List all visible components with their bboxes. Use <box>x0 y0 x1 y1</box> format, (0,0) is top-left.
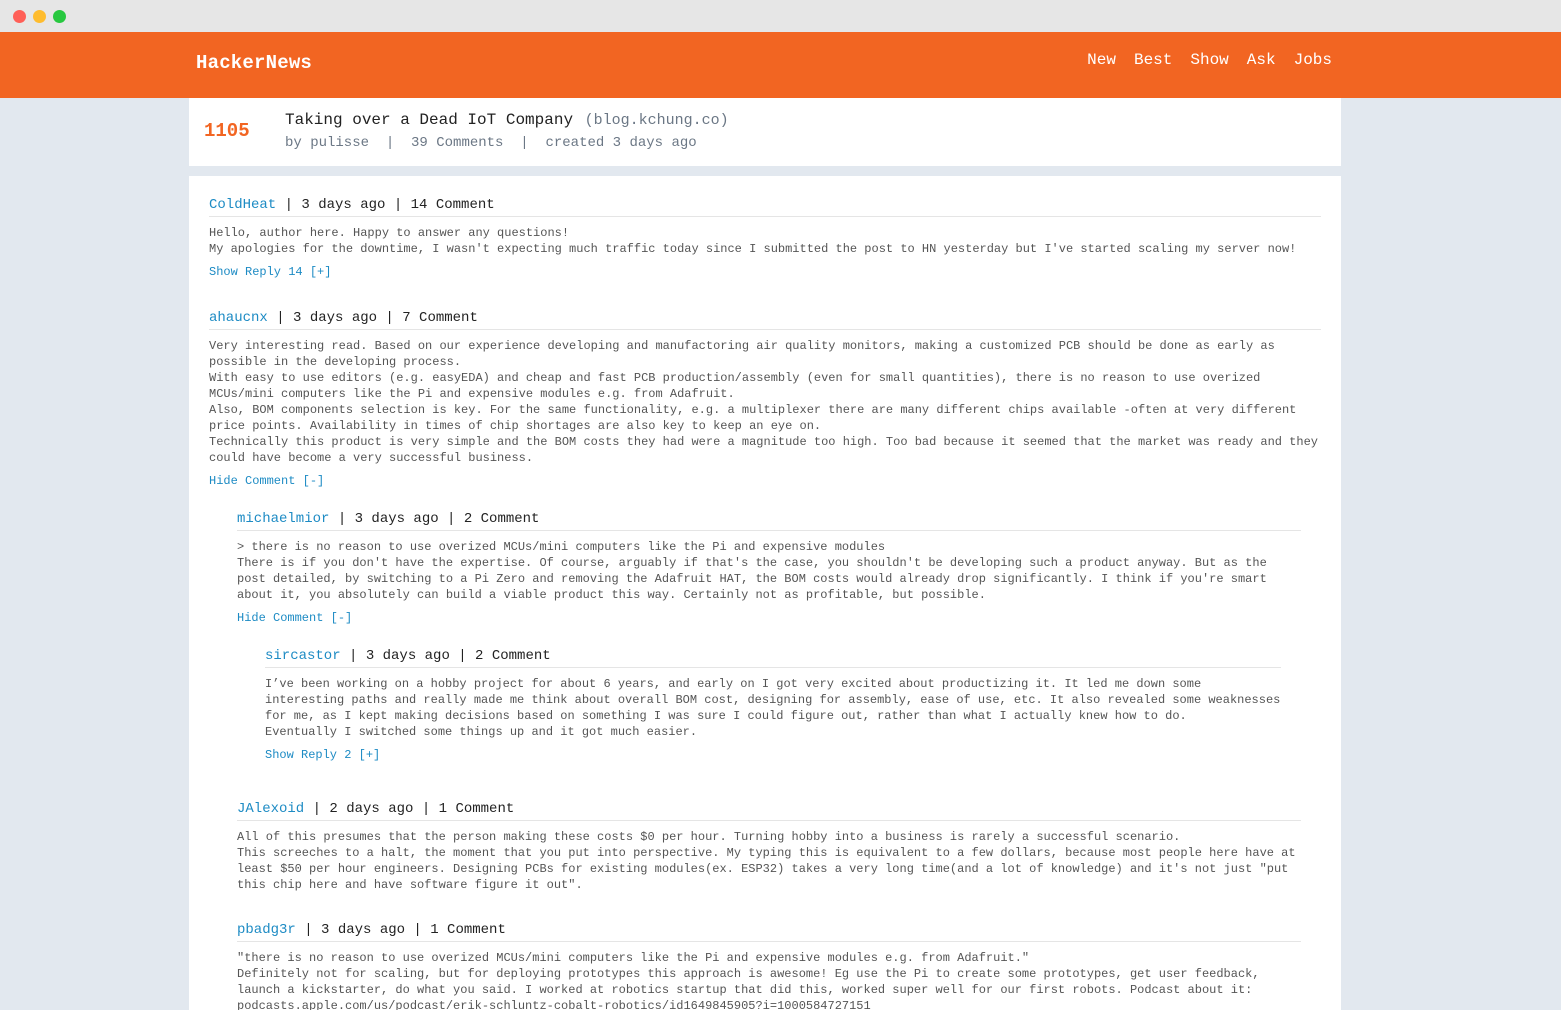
comment-body: Very interesting read. Based on our expe… <box>209 339 1318 465</box>
comment-body: Hello, author here. Happy to answer any … <box>209 226 1297 256</box>
comment-header: michaelmior | 3 days ago | 2 Comment <box>237 511 1301 531</box>
nav-show[interactable]: Show <box>1190 51 1228 69</box>
window-titlebar <box>0 0 1561 32</box>
comment: JAlexoid | 2 days ago | 1 Comment All of… <box>237 801 1301 893</box>
comment-user[interactable]: ColdHeat <box>209 197 276 213</box>
meta-separator: | <box>503 135 546 151</box>
comment-body: > there is no reason to use overized MCU… <box>237 540 1267 602</box>
hide-comment-toggle[interactable]: Hide Comment [-] <box>237 611 352 625</box>
comment-body: "there is no reason to use overized MCUs… <box>237 951 1260 1010</box>
story-meta: by pulisse | 39 Comments | created 3 day… <box>285 135 697 151</box>
story-title[interactable]: Taking over a Dead IoT Company <box>285 111 573 129</box>
comment: ColdHeat | 3 days ago | 14 Comment Hello… <box>209 197 1321 280</box>
comment-meta: | 3 days ago | 7 Comment <box>267 310 478 326</box>
comment-header: ahaucnx | 3 days ago | 7 Comment <box>209 310 1321 330</box>
story-comments-link[interactable]: 39 Comments <box>411 135 503 151</box>
comment-meta: | 3 days ago | 14 Comment <box>276 197 495 213</box>
comment-body: All of this presumes that the person mak… <box>237 830 1296 892</box>
story-score: 1105 <box>204 120 250 142</box>
comment-user[interactable]: pbadg3r <box>237 922 296 938</box>
close-window-button[interactable] <box>13 10 26 23</box>
story-title-row: Taking over a Dead IoT Company (blog.kch… <box>285 111 729 129</box>
nav-jobs[interactable]: Jobs <box>1294 51 1332 69</box>
main-nav: New Best Show Ask Jobs <box>1087 51 1332 69</box>
story-created: created 3 days ago <box>545 135 697 151</box>
comment-header: sircastor | 3 days ago | 2 Comment <box>265 648 1281 668</box>
comment: ahaucnx | 3 days ago | 7 Comment Very in… <box>209 310 1321 489</box>
comment-meta: | 3 days ago | 2 Comment <box>340 648 551 664</box>
meta-separator: | <box>369 135 412 151</box>
comment-user[interactable]: sircastor <box>265 648 341 664</box>
story-author[interactable]: by pulisse <box>285 135 369 151</box>
story-card: 1105 Taking over a Dead IoT Company (blo… <box>189 98 1341 166</box>
comment: michaelmior | 3 days ago | 2 Comment > t… <box>237 511 1301 626</box>
hide-comment-toggle[interactable]: Hide Comment [-] <box>209 474 324 488</box>
minimize-window-button[interactable] <box>33 10 46 23</box>
comment-user[interactable]: michaelmior <box>237 511 329 527</box>
nav-ask[interactable]: Ask <box>1247 51 1276 69</box>
comment-meta: | 3 days ago | 1 Comment <box>295 922 506 938</box>
nav-new[interactable]: New <box>1087 51 1116 69</box>
maximize-window-button[interactable] <box>53 10 66 23</box>
site-logo[interactable]: HackerNews <box>196 52 312 74</box>
site-header: HackerNews New Best Show Ask Jobs <box>0 32 1561 98</box>
story-domain[interactable]: (blog.kchung.co) <box>585 112 729 129</box>
comment-header: JAlexoid | 2 days ago | 1 Comment <box>237 801 1301 821</box>
comment-body: I’ve been working on a hobby project for… <box>265 677 1281 739</box>
comments-panel: ColdHeat | 3 days ago | 14 Comment Hello… <box>189 176 1341 1010</box>
nav-best[interactable]: Best <box>1134 51 1172 69</box>
comment-user[interactable]: ahaucnx <box>209 310 268 326</box>
comment-meta: | 2 days ago | 1 Comment <box>304 801 515 817</box>
comment-header: pbadg3r | 3 days ago | 1 Comment <box>237 922 1301 942</box>
comment-meta: | 3 days ago | 2 Comment <box>329 511 540 527</box>
comment: sircastor | 3 days ago | 2 Comment I’ve … <box>265 648 1281 763</box>
comment: pbadg3r | 3 days ago | 1 Comment "there … <box>237 922 1301 1010</box>
comment-user[interactable]: JAlexoid <box>237 801 304 817</box>
show-reply-toggle[interactable]: Show Reply 14 [+] <box>209 265 331 279</box>
comment-header: ColdHeat | 3 days ago | 14 Comment <box>209 197 1321 217</box>
show-reply-toggle[interactable]: Show Reply 2 [+] <box>265 748 380 762</box>
